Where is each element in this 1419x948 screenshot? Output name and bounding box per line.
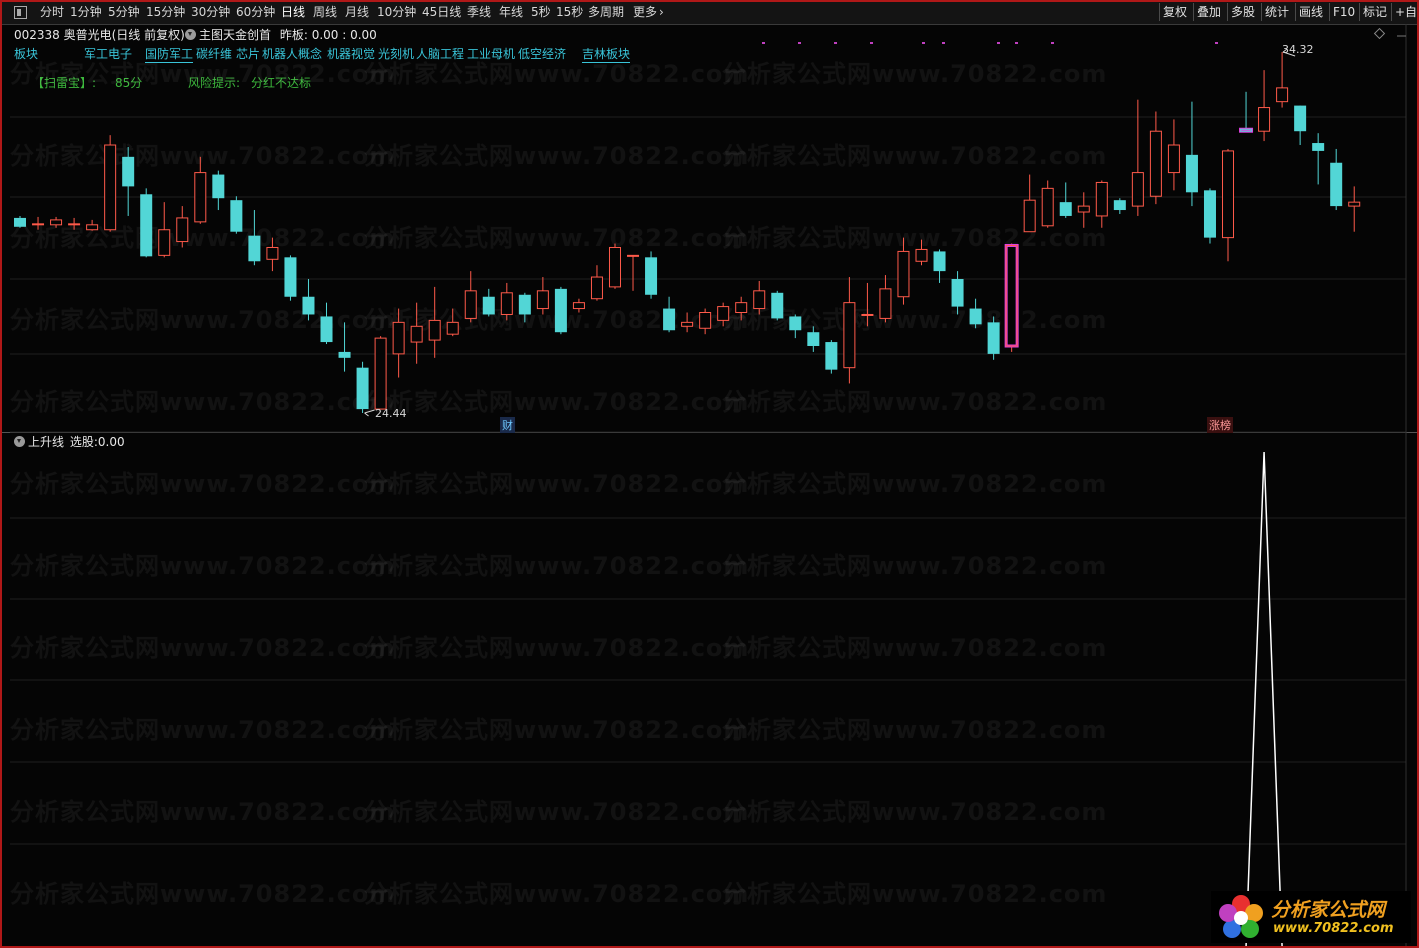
candle-body: [1312, 143, 1325, 151]
signal-dot: [762, 42, 765, 44]
candle-body: [500, 292, 513, 315]
candle-body: [104, 144, 117, 231]
candle-body: [1023, 199, 1036, 233]
candle-body: [843, 302, 856, 369]
finance-marker[interactable]: 财: [500, 417, 515, 433]
candle-body: [518, 294, 531, 315]
logo-name: 分析家公式网: [1271, 899, 1386, 921]
candle-body: [158, 229, 171, 256]
candle-body: [338, 351, 351, 358]
candle-body: [266, 246, 279, 260]
candle-body: [32, 223, 45, 226]
candle-body: [1077, 205, 1090, 213]
candle-body: [176, 217, 189, 243]
low-arrow: [364, 409, 375, 417]
candle-body: [627, 254, 640, 257]
site-logo: 分析家公式网 www.70822.com: [1211, 891, 1411, 943]
candle-body: [933, 251, 946, 272]
candle-body: [230, 200, 243, 232]
candle-body: [392, 321, 405, 355]
signal-dot: [1015, 42, 1018, 44]
candlestick-chart[interactable]: [2, 2, 1417, 946]
candle-body: [554, 288, 567, 333]
candle-body: [951, 279, 964, 307]
candle-body: [1203, 190, 1216, 238]
candle-body: [1059, 202, 1072, 216]
candle-body: [140, 194, 153, 257]
candle-body: [1222, 150, 1235, 239]
candle-body: [374, 337, 387, 410]
candle-body: [248, 235, 261, 262]
signal-dot: [942, 42, 945, 44]
candle-body: [1258, 107, 1271, 132]
candle-body: [771, 292, 784, 319]
candle-body: [1348, 201, 1361, 207]
candle-body: [1095, 181, 1108, 217]
candle-body: [464, 290, 477, 319]
signal-line: [1245, 451, 1283, 946]
candle-body: [735, 302, 748, 314]
candle-body: [861, 313, 874, 316]
low-price-value: 24.44: [375, 407, 407, 420]
candle-body: [608, 246, 621, 288]
candle-body: [536, 290, 549, 310]
signal-dot: [1051, 42, 1054, 44]
candle-body: [969, 308, 982, 325]
candle-body: [717, 306, 730, 321]
candle-body: [1041, 187, 1054, 227]
candle-body: [915, 248, 928, 262]
candle-body: [1167, 144, 1180, 174]
low-price-label: 24.44: [375, 407, 407, 420]
candle-body: [122, 156, 135, 187]
candle-body: [645, 257, 658, 295]
candle-body: [879, 288, 892, 319]
high-price-label: 34.32: [1282, 43, 1314, 56]
candle-body: [572, 302, 585, 310]
flower-logo-icon: [1219, 895, 1263, 938]
limit-up-marker[interactable]: 涨榜: [1207, 417, 1233, 433]
signal-dot: [798, 42, 801, 44]
candle-body: [1294, 105, 1307, 132]
logo-url: www.70822.com: [1273, 921, 1394, 936]
candle-body: [825, 342, 838, 370]
candle-body: [302, 296, 315, 315]
candle-body: [753, 290, 766, 310]
candle-body: [1149, 130, 1162, 197]
candle-body: [590, 276, 603, 300]
candle-body: [482, 296, 495, 315]
candle-body: [86, 224, 99, 231]
signal-dot: [1215, 42, 1218, 44]
signal-dot: [997, 42, 1000, 44]
candle-body: [1330, 162, 1343, 207]
candle-body: [50, 219, 63, 226]
signal-dot: [834, 42, 837, 44]
high-price-value: 34.32: [1282, 43, 1314, 56]
candle-body: [789, 316, 802, 331]
candle-body: [807, 332, 820, 347]
candle-body: [356, 367, 369, 410]
candle-body: [897, 250, 910, 298]
candle-body: [194, 172, 207, 223]
trading-window: 分时 1分钟 5分钟 15分钟 30分钟 60分钟 日线 周线 月线 10分钟 45日线 季线 年线 5秒…: [0, 0, 1419, 948]
candle-body: [1113, 200, 1126, 211]
diamond-icon: [1373, 27, 1386, 40]
candle-body: [1185, 154, 1198, 193]
candle-body: [663, 308, 676, 331]
candle-body: [68, 223, 81, 226]
candle-body: [446, 321, 459, 335]
candle-body: [428, 319, 441, 341]
candle-body: [320, 316, 333, 343]
candle-body: [987, 322, 1000, 354]
signal-dot: [870, 42, 873, 44]
candle-body: [1276, 87, 1289, 103]
candle-body: [284, 257, 297, 297]
candle-body: [14, 217, 26, 227]
candle-body: [681, 321, 694, 327]
candle-body: [410, 325, 423, 343]
candle-body: [212, 174, 225, 199]
candle-body: [1004, 244, 1019, 348]
candle-body: [699, 312, 712, 329]
signal-dot: [922, 42, 925, 44]
candle-body: [1131, 172, 1144, 207]
